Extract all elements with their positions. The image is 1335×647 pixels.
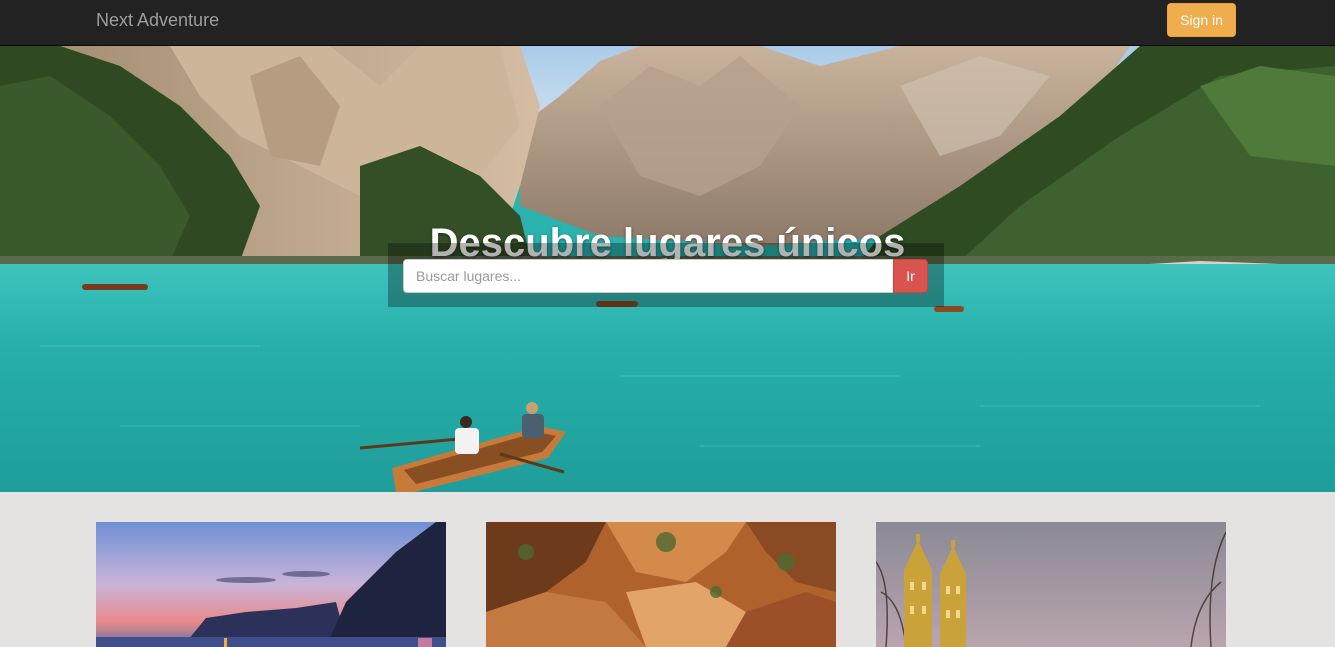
destination-card-coast[interactable] xyxy=(96,522,446,647)
brand-link[interactable]: Next Adventure xyxy=(96,10,219,30)
red-rock-canyon-image xyxy=(486,522,836,647)
search-input[interactable] xyxy=(403,259,894,293)
destination-card-cathedral[interactable] xyxy=(876,522,1226,647)
navbar: Next Adventure Sign in xyxy=(0,0,1335,46)
search-button[interactable]: Ir xyxy=(893,259,928,293)
destination-card-canyon[interactable] xyxy=(486,522,836,647)
coastal-sunset-image xyxy=(96,522,446,647)
cathedral-towers-image xyxy=(876,522,1226,647)
sign-in-button[interactable]: Sign in xyxy=(1167,3,1236,37)
